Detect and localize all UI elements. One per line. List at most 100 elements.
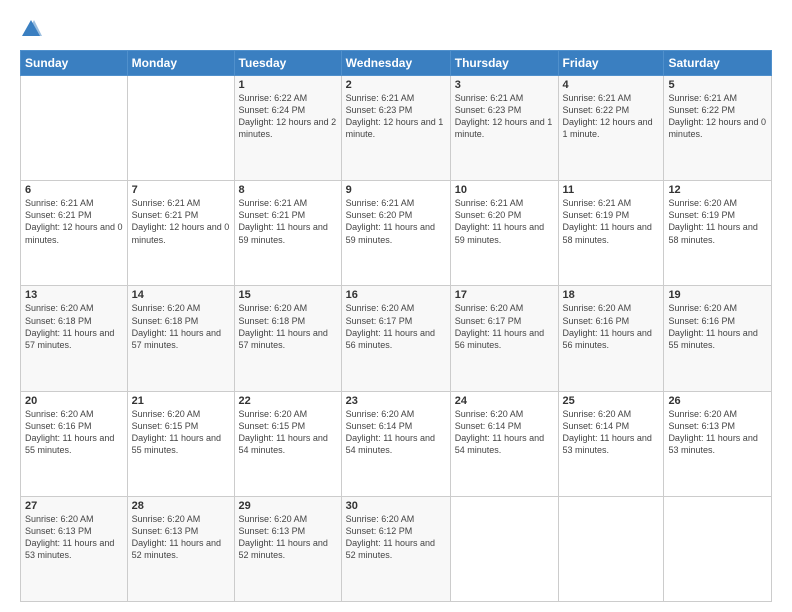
- calendar-cell: 19 Sunrise: 6:20 AMSunset: 6:16 PMDayligh…: [664, 286, 772, 391]
- header-day: Sunday: [21, 51, 128, 76]
- cell-text: Sunrise: 6:21 AMSunset: 6:21 PMDaylight:…: [132, 198, 230, 244]
- cell-text: Sunrise: 6:20 AMSunset: 6:17 PMDaylight:…: [346, 303, 435, 349]
- cell-text: Sunrise: 6:20 AMSunset: 6:18 PMDaylight:…: [239, 303, 328, 349]
- day-number: 25: [563, 395, 660, 407]
- calendar-cell: 20 Sunrise: 6:20 AMSunset: 6:16 PMDayligh…: [21, 391, 128, 496]
- calendar-cell: 23Sunrise: 6:20 AMSunset: 6:14 PMDayligh…: [341, 391, 450, 496]
- header-day: Thursday: [450, 51, 558, 76]
- calendar-cell: 3 Sunrise: 6:21 AMSunset: 6:23 PMDaylight…: [450, 76, 558, 181]
- calendar-cell: 28Sunrise: 6:20 AMSunset: 6:13 PMDayligh…: [127, 496, 234, 601]
- cell-text: Sunrise: 6:20 AMSunset: 6:14 PMDaylight:…: [563, 409, 652, 455]
- header-day: Tuesday: [234, 51, 341, 76]
- day-number: 23: [346, 395, 446, 407]
- day-number: 16: [346, 289, 446, 301]
- cell-text: Sunrise: 6:21 AMSunset: 6:20 PMDaylight:…: [455, 198, 544, 244]
- calendar-cell: 24 Sunrise: 6:20 AMSunset: 6:14 PMDayligh…: [450, 391, 558, 496]
- day-number: 13: [25, 289, 123, 301]
- header-day: Friday: [558, 51, 664, 76]
- cell-text: Sunrise: 6:20 AMSunset: 6:13 PMDaylight:…: [239, 514, 328, 560]
- header-day: Saturday: [664, 51, 772, 76]
- header-day: Wednesday: [341, 51, 450, 76]
- calendar-cell: 22 Sunrise: 6:20 AMSunset: 6:15 PMDayligh…: [234, 391, 341, 496]
- calendar-cell: 25 Sunrise: 6:20 AMSunset: 6:14 PMDayligh…: [558, 391, 664, 496]
- calendar-cell: 8 Sunrise: 6:21 AMSunset: 6:21 PMDaylight…: [234, 181, 341, 286]
- cell-text: Sunrise: 6:20 AMSunset: 6:16 PMDaylight:…: [25, 409, 114, 455]
- cell-text: Sunrise: 6:21 AMSunset: 6:21 PMDaylight:…: [239, 198, 328, 244]
- day-number: 2: [346, 79, 446, 91]
- day-number: 30: [346, 500, 446, 512]
- day-number: 10: [455, 184, 554, 196]
- calendar-cell: 29 Sunrise: 6:20 AMSunset: 6:13 PMDayligh…: [234, 496, 341, 601]
- week-row: 6 Sunrise: 6:21 AMSunset: 6:21 PMDaylight…: [21, 181, 772, 286]
- cell-text: Sunrise: 6:20 AMSunset: 6:18 PMDaylight:…: [132, 303, 221, 349]
- calendar-cell: 27Sunrise: 6:20 AMSunset: 6:13 PMDayligh…: [21, 496, 128, 601]
- calendar-cell: 16 Sunrise: 6:20 AMSunset: 6:17 PMDayligh…: [341, 286, 450, 391]
- cell-text: Sunrise: 6:21 AMSunset: 6:20 PMDaylight:…: [346, 198, 435, 244]
- day-number: 15: [239, 289, 337, 301]
- calendar-cell: 5 Sunrise: 6:21 AMSunset: 6:22 PMDaylight…: [664, 76, 772, 181]
- day-number: 28: [132, 500, 230, 512]
- calendar-cell: [664, 496, 772, 601]
- day-number: 7: [132, 184, 230, 196]
- week-row: 27 Sunrise: 6:20 AMSunset: 6:13 PMDayligh…: [21, 496, 772, 601]
- day-number: 22: [239, 395, 337, 407]
- cell-text: Sunrise: 6:20 AMSunset: 6:16 PMDaylight:…: [668, 303, 757, 349]
- week-row: 13 Sunrise: 6:20 AMSunset: 6:18 PMDayligh…: [21, 286, 772, 391]
- calendar-cell: [450, 496, 558, 601]
- calendar-body: 1 Sunrise: 6:22 AMSunset: 6:24 PMDaylight…: [21, 76, 772, 602]
- calendar-table: SundayMondayTuesdayWednesdayThursdayFrid…: [20, 50, 772, 602]
- calendar-cell: 18 Sunrise: 6:20 AMSunset: 6:16 PMDayligh…: [558, 286, 664, 391]
- calendar-cell: 11Sunrise: 6:21 AMSunset: 6:19 PMDayligh…: [558, 181, 664, 286]
- day-number: 26: [668, 395, 767, 407]
- cell-text: Sunrise: 6:21 AMSunset: 6:22 PMDaylight:…: [563, 93, 653, 139]
- calendar-cell: [21, 76, 128, 181]
- cell-text: Sunrise: 6:20 AMSunset: 6:15 PMDaylight:…: [239, 409, 328, 455]
- calendar-cell: 1 Sunrise: 6:22 AMSunset: 6:24 PMDaylight…: [234, 76, 341, 181]
- day-number: 8: [239, 184, 337, 196]
- day-number: 9: [346, 184, 446, 196]
- day-number: 5: [668, 79, 767, 91]
- page: SundayMondayTuesdayWednesdayThursdayFrid…: [0, 0, 792, 612]
- header-day: Monday: [127, 51, 234, 76]
- day-number: 24: [455, 395, 554, 407]
- calendar-cell: 17 Sunrise: 6:20 AMSunset: 6:17 PMDayligh…: [450, 286, 558, 391]
- calendar-cell: 14Sunrise: 6:20 AMSunset: 6:18 PMDayligh…: [127, 286, 234, 391]
- cell-text: Sunrise: 6:20 AMSunset: 6:17 PMDaylight:…: [455, 303, 544, 349]
- cell-text: Sunrise: 6:22 AMSunset: 6:24 PMDaylight:…: [239, 93, 337, 139]
- cell-text: Sunrise: 6:21 AMSunset: 6:21 PMDaylight:…: [25, 198, 123, 244]
- day-number: 12: [668, 184, 767, 196]
- calendar-header: SundayMondayTuesdayWednesdayThursdayFrid…: [21, 51, 772, 76]
- day-number: 27: [25, 500, 123, 512]
- day-number: 19: [668, 289, 767, 301]
- calendar-cell: 13 Sunrise: 6:20 AMSunset: 6:18 PMDayligh…: [21, 286, 128, 391]
- calendar-cell: 10 Sunrise: 6:21 AMSunset: 6:20 PMDayligh…: [450, 181, 558, 286]
- day-number: 18: [563, 289, 660, 301]
- header: [20, 18, 772, 40]
- calendar-cell: 21Sunrise: 6:20 AMSunset: 6:15 PMDayligh…: [127, 391, 234, 496]
- calendar-cell: [558, 496, 664, 601]
- day-number: 17: [455, 289, 554, 301]
- header-row: SundayMondayTuesdayWednesdayThursdayFrid…: [21, 51, 772, 76]
- cell-text: Sunrise: 6:21 AMSunset: 6:23 PMDaylight:…: [346, 93, 444, 139]
- day-number: 3: [455, 79, 554, 91]
- logo: [20, 18, 44, 40]
- cell-text: Sunrise: 6:20 AMSunset: 6:12 PMDaylight:…: [346, 514, 435, 560]
- calendar-cell: 2 Sunrise: 6:21 AMSunset: 6:23 PMDaylight…: [341, 76, 450, 181]
- calendar-cell: 15 Sunrise: 6:20 AMSunset: 6:18 PMDayligh…: [234, 286, 341, 391]
- week-row: 20 Sunrise: 6:20 AMSunset: 6:16 PMDayligh…: [21, 391, 772, 496]
- day-number: 20: [25, 395, 123, 407]
- calendar-cell: 7 Sunrise: 6:21 AMSunset: 6:21 PMDaylight…: [127, 181, 234, 286]
- cell-text: Sunrise: 6:20 AMSunset: 6:19 PMDaylight:…: [668, 198, 757, 244]
- cell-text: Sunrise: 6:20 AMSunset: 6:18 PMDaylight:…: [25, 303, 114, 349]
- day-number: 6: [25, 184, 123, 196]
- day-number: 4: [563, 79, 660, 91]
- cell-text: Sunrise: 6:20 AMSunset: 6:14 PMDaylight:…: [455, 409, 544, 455]
- cell-text: Sunrise: 6:21 AMSunset: 6:22 PMDaylight:…: [668, 93, 766, 139]
- cell-text: Sunrise: 6:20 AMSunset: 6:16 PMDaylight:…: [563, 303, 652, 349]
- cell-text: Sunrise: 6:20 AMSunset: 6:15 PMDaylight:…: [132, 409, 221, 455]
- cell-text: Sunrise: 6:21 AMSunset: 6:23 PMDaylight:…: [455, 93, 553, 139]
- calendar-cell: [127, 76, 234, 181]
- day-number: 29: [239, 500, 337, 512]
- calendar-cell: 12 Sunrise: 6:20 AMSunset: 6:19 PMDayligh…: [664, 181, 772, 286]
- day-number: 1: [239, 79, 337, 91]
